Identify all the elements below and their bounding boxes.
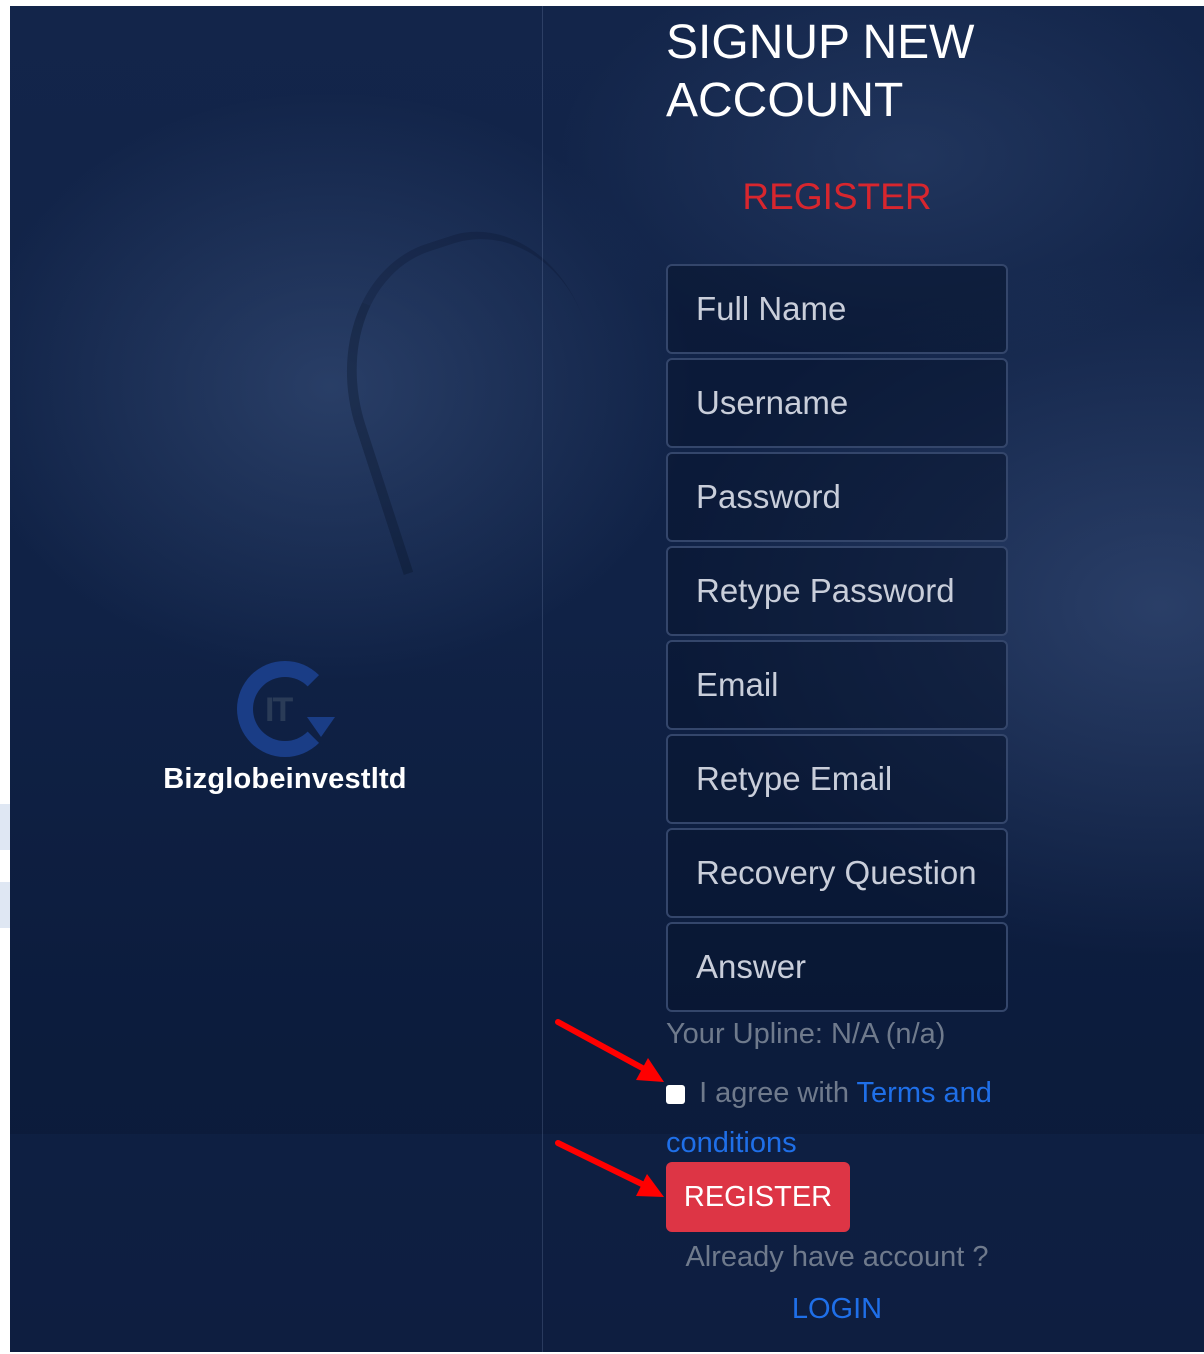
already-have-account-text: Already have account ? — [685, 1241, 989, 1273]
globe-logo-icon: IT — [225, 655, 345, 775]
recovery-question-input[interactable] — [666, 828, 1008, 918]
retype-password-input[interactable] — [666, 546, 1008, 636]
retype-email-input[interactable] — [666, 734, 1008, 824]
page-title: SIGNUP NEW ACCOUNT — [666, 16, 975, 127]
logo-letters: IT — [265, 691, 293, 729]
brand-logo[interactable]: IT Bizglobeinvestltd — [150, 655, 420, 796]
background-photo-shape — [308, 204, 642, 576]
terms-checkbox[interactable] — [666, 1085, 685, 1104]
edge-tab — [0, 804, 10, 850]
username-input[interactable] — [666, 358, 1008, 448]
full-name-input[interactable] — [666, 264, 1008, 354]
column-divider — [542, 6, 543, 1352]
agree-label: I agree with — [699, 1077, 849, 1109]
terms-agreement: I agree with Terms and conditions — [666, 1068, 1016, 1168]
page-edge — [0, 6, 10, 1352]
login-link[interactable]: LOGIN — [666, 1293, 1008, 1326]
answer-input[interactable] — [666, 922, 1008, 1012]
footer-band — [10, 1134, 1204, 1352]
edge-tab — [0, 882, 10, 928]
upline-text: Your Upline: N/A (n/a) — [666, 1018, 946, 1050]
email-input[interactable] — [666, 640, 1008, 730]
form-subtitle: REGISTER — [742, 176, 932, 217]
register-button[interactable]: REGISTER — [666, 1162, 850, 1232]
password-input[interactable] — [666, 452, 1008, 542]
